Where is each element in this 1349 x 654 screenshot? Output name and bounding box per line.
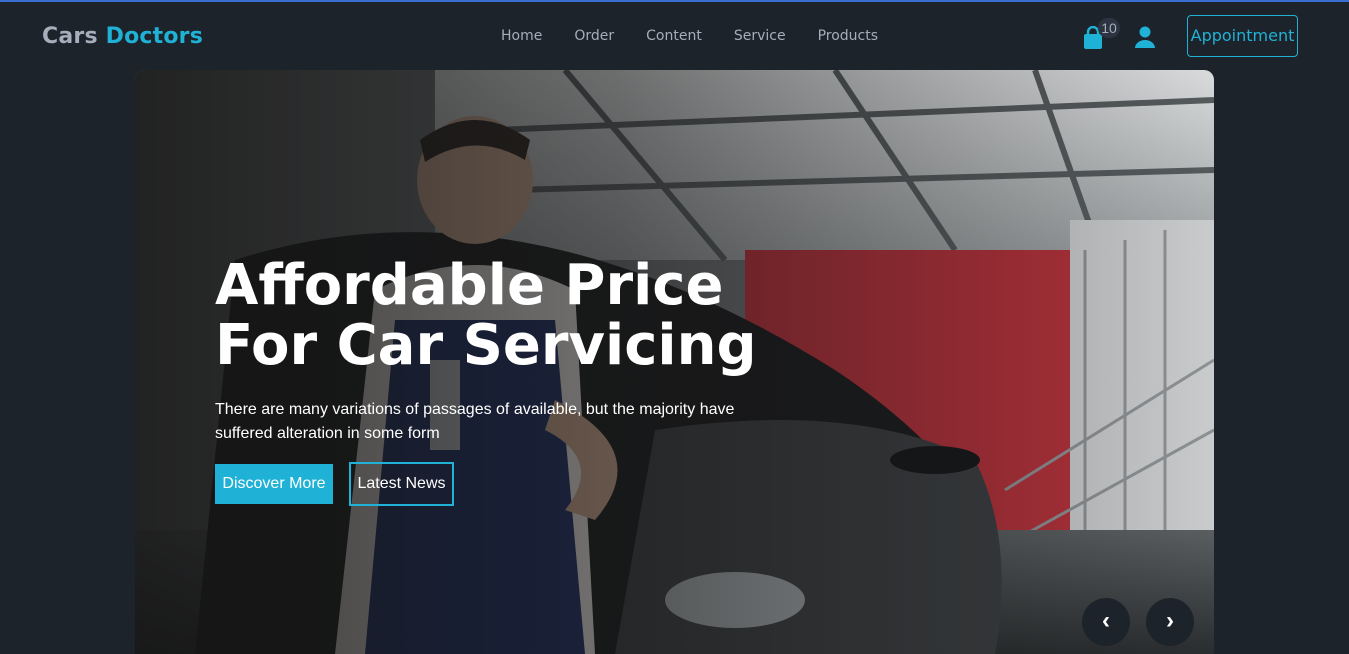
hero-title-line-1: Affordable Price	[215, 253, 724, 318]
latest-news-button[interactable]: Latest News	[349, 462, 454, 506]
main-nav: Home Order Content Service Products	[485, 24, 894, 48]
user-icon[interactable]	[1134, 26, 1156, 48]
carousel-next-button[interactable]: ›	[1146, 598, 1194, 646]
hero-title-line-2: For Car Servicing	[215, 313, 757, 378]
discover-more-button[interactable]: Discover More	[215, 464, 333, 504]
hero-banner: Affordable Price For Car Servicing There…	[135, 70, 1214, 654]
hero-description: There are many variations of passages of…	[215, 401, 735, 442]
appointment-button[interactable]: Appointment	[1187, 15, 1298, 57]
navbar: Cars Doctors Home Order Content Service …	[0, 2, 1349, 70]
nav-home[interactable]: Home	[485, 24, 558, 48]
nav-products[interactable]: Products	[802, 24, 894, 48]
brand-logo[interactable]: Cars Doctors	[42, 24, 203, 49]
cart-count-badge: 10	[1098, 18, 1120, 38]
nav-content[interactable]: Content	[630, 24, 718, 48]
brand-part-2: Doctors	[105, 24, 204, 49]
hero-title: Affordable Price For Car Servicing	[215, 256, 835, 376]
nav-service[interactable]: Service	[718, 24, 802, 48]
brand-part-1: Cars	[42, 24, 98, 49]
nav-order[interactable]: Order	[558, 24, 630, 48]
carousel-prev-button[interactable]: ‹	[1082, 598, 1130, 646]
